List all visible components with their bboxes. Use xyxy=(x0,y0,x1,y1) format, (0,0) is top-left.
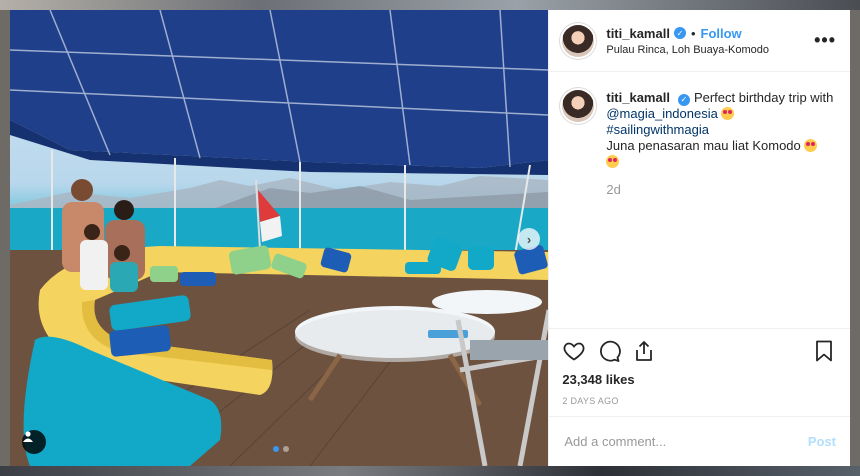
carousel-dot xyxy=(283,446,289,452)
page-backdrop-bottom xyxy=(0,466,860,476)
posted-time: 2 DAYS AGO xyxy=(562,396,619,406)
caption-row: titi_kamall ✓ Perfect birthday trip with @… xyxy=(562,90,836,170)
post-header: titi_kamall ✓ • Follow Pulau Rinca, Loh … xyxy=(549,10,850,72)
heart-icon[interactable] xyxy=(562,339,586,363)
post-photo[interactable]: › xyxy=(10,10,549,466)
heart-eyes-emoji-icon xyxy=(721,107,735,120)
boat-deck-scene xyxy=(10,10,549,466)
caption: titi_kamall ✓ Perfect birthday trip with @… xyxy=(606,90,836,170)
post-modal: › titi_kamall ✓ • Follow Pulau Rinca, Lo… xyxy=(10,10,850,466)
follow-button[interactable]: Follow xyxy=(701,26,742,41)
heart-eyes-emoji-icon xyxy=(606,155,620,168)
comment-icon[interactable] xyxy=(597,339,622,363)
comment-input[interactable] xyxy=(562,433,808,450)
comment-box: Post xyxy=(549,416,850,466)
header-text: titi_kamall ✓ • Follow Pulau Rinca, Loh … xyxy=(606,26,814,56)
carousel-indicator xyxy=(273,446,289,452)
name-row: titi_kamall ✓ • Follow xyxy=(606,26,814,41)
bookmark-icon[interactable] xyxy=(812,339,836,363)
verified-badge-icon: ✓ xyxy=(673,27,686,39)
caption-avatar[interactable] xyxy=(562,90,595,122)
separator: • xyxy=(690,25,696,41)
action-icons xyxy=(562,337,836,365)
hashtag-link[interactable]: #sailingwithmagia xyxy=(606,122,709,137)
heart-eyes-emoji-icon xyxy=(804,139,818,152)
avatar[interactable] xyxy=(562,24,595,57)
share-icon[interactable] xyxy=(632,339,656,363)
action-bar: 23,348 likes 2 DAYS AGO xyxy=(549,328,850,416)
next-slide-arrow-icon[interactable]: › xyxy=(518,228,540,250)
more-options-icon[interactable]: ••• xyxy=(814,30,836,51)
post-details-panel: titi_kamall ✓ • Follow Pulau Rinca, Loh … xyxy=(548,10,850,466)
location-link[interactable]: Pulau Rinca, Loh Buaya-Komodo xyxy=(606,44,814,56)
carousel-dot-active xyxy=(273,446,279,452)
caption-timestamp[interactable]: 2d xyxy=(606,182,836,197)
likes-count[interactable]: 23,348 likes xyxy=(562,372,836,387)
author-username[interactable]: titi_kamall xyxy=(606,26,670,41)
caption-text-2: Juna penasaran mau liat Komodo xyxy=(606,138,801,153)
comments-area: titi_kamall ✓ Perfect birthday trip with @… xyxy=(549,72,850,328)
caption-username[interactable]: titi_kamall xyxy=(606,90,670,105)
page-backdrop xyxy=(0,0,860,10)
mention-link[interactable]: @magia_indonesia xyxy=(606,106,718,121)
user-tag-icon[interactable] xyxy=(22,430,46,454)
caption-verified-badge-icon: ✓ xyxy=(677,94,690,106)
caption-text: Perfect birthday trip with xyxy=(693,90,834,105)
post-comment-button[interactable]: Post xyxy=(808,434,836,449)
